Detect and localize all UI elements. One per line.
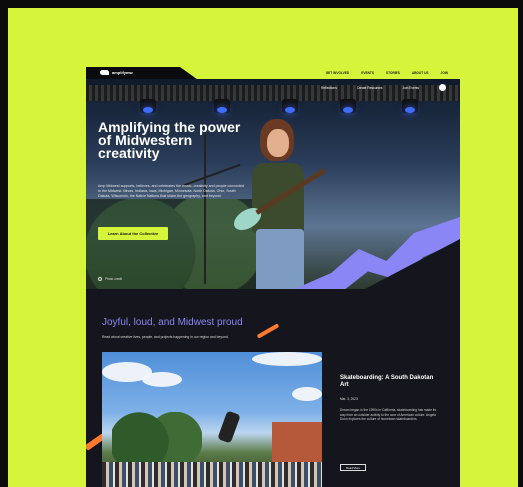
photo-crowd xyxy=(102,462,322,487)
nav-links: GET INVOLVED EVENTS STORIES ABOUT US JOI… xyxy=(326,71,448,75)
subnav-events[interactable]: Join Events xyxy=(403,86,419,90)
stage-light-icon xyxy=(140,99,156,113)
hero-subnav: Reflections Create Resources Join Events xyxy=(321,84,446,91)
section-body: Read about creative lives, people, and p… xyxy=(102,335,229,339)
hero-section: Reflections Create Resources Join Events… xyxy=(86,79,460,289)
stage-light-icon xyxy=(214,99,230,113)
stage-light-icon xyxy=(340,99,356,113)
subnav-reflections[interactable]: Reflections xyxy=(321,86,337,90)
nav-link-stories[interactable]: STORIES xyxy=(386,71,400,75)
top-navigation: amplifymw GET INVOLVED EVENTS STORIES AB… xyxy=(86,67,460,79)
cloud xyxy=(292,387,322,401)
nav-link-about[interactable]: ABOUT US xyxy=(412,71,429,75)
performer-legs xyxy=(256,229,304,289)
nav-link-events[interactable]: EVENTS xyxy=(361,71,374,75)
article-title[interactable]: Skateboarding: A South Dakotan Art xyxy=(340,375,440,389)
hero-heading: Amplifying the power of Midwestern creat… xyxy=(98,119,241,161)
stage-light-icon xyxy=(402,99,418,113)
site-logo[interactable]: amplifymw xyxy=(100,70,133,75)
stage-light-icon xyxy=(282,99,298,113)
photo-trees xyxy=(112,412,202,462)
read-more-button[interactable]: Read More xyxy=(340,464,366,471)
nav-link-join[interactable]: JOIN xyxy=(441,71,448,75)
website-mockup: amplifymw GET INVOLVED EVENTS STORIES AB… xyxy=(86,67,460,487)
caption-text: Photo credit xyxy=(105,277,123,281)
profile-icon[interactable] xyxy=(439,84,446,91)
logo-icon xyxy=(100,70,109,75)
learn-about-button[interactable]: Learn About the Collective xyxy=(98,227,168,240)
cloud xyxy=(142,372,182,387)
performer-face xyxy=(267,129,289,157)
skater-figure xyxy=(217,410,241,444)
camera-icon xyxy=(98,277,102,281)
photo-building xyxy=(272,422,322,467)
logo-text: amplifymw xyxy=(112,70,133,75)
cloud xyxy=(252,352,322,366)
hero-body: Amp Midwest supports, believes, and cele… xyxy=(98,184,245,199)
article-photo[interactable] xyxy=(102,352,322,487)
nav-link-get-involved[interactable]: GET INVOLVED xyxy=(326,71,350,75)
hero-caption: Photo credit xyxy=(98,277,122,281)
article-body: Dream began in the 1990s in California, … xyxy=(340,408,437,422)
article-date: Mar. 3, 2023 xyxy=(340,397,358,401)
section-heading: Joyful, loud, and Midwest proud xyxy=(102,317,243,328)
subnav-resources[interactable]: Create Resources xyxy=(357,86,383,90)
